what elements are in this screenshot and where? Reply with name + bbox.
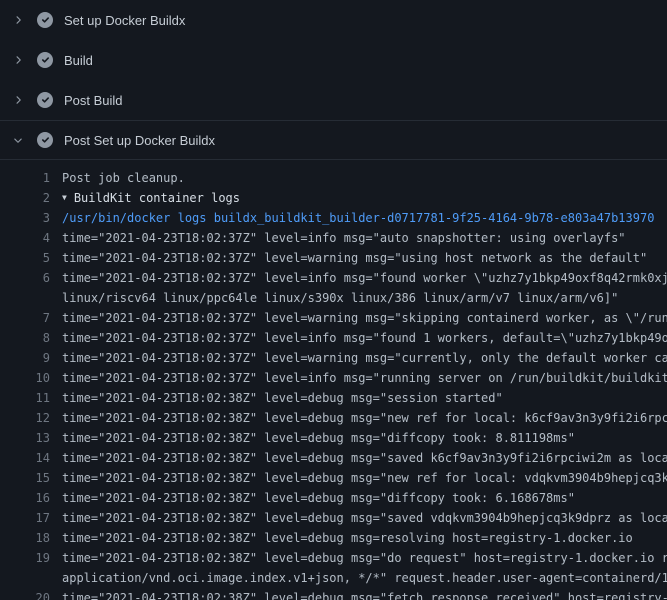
- log-line[interactable]: 2 ▼BuildKit container logs: [0, 188, 667, 208]
- line-number[interactable]: 11: [0, 388, 50, 408]
- log-line: 11 time="2021-04-23T18:02:38Z" level=deb…: [0, 388, 667, 408]
- step-header-post-setup-docker-buildx[interactable]: Post Set up Docker Buildx: [0, 120, 667, 160]
- log-text: time="2021-04-23T18:02:38Z" level=debug …: [50, 548, 667, 568]
- log-line: 20 time="2021-04-23T18:02:38Z" level=deb…: [0, 588, 667, 600]
- log-line: 18 time="2021-04-23T18:02:38Z" level=deb…: [0, 528, 667, 548]
- line-number[interactable]: 9: [0, 348, 50, 368]
- log-line-continuation: application/vnd.oci.image.index.v1+json,…: [0, 568, 667, 588]
- log-text: ▼BuildKit container logs: [50, 188, 667, 208]
- log-text: time="2021-04-23T18:02:38Z" level=debug …: [50, 468, 667, 488]
- log-line: 14 time="2021-04-23T18:02:38Z" level=deb…: [0, 448, 667, 468]
- log-line: 10 time="2021-04-23T18:02:37Z" level=inf…: [0, 368, 667, 388]
- log-line: 9 time="2021-04-23T18:02:37Z" level=warn…: [0, 348, 667, 368]
- line-number[interactable]: 2: [0, 188, 50, 208]
- chevron-right-icon: [12, 14, 24, 26]
- line-number[interactable]: 4: [0, 228, 50, 248]
- check-circle-icon: [37, 52, 53, 68]
- step-header-build[interactable]: Build: [0, 40, 667, 80]
- log-text: time="2021-04-23T18:02:37Z" level=info m…: [50, 268, 667, 288]
- line-number[interactable]: 10: [0, 368, 50, 388]
- log-text: /usr/bin/docker logs buildx_buildkit_bui…: [50, 208, 667, 228]
- log-line: 13 time="2021-04-23T18:02:38Z" level=deb…: [0, 428, 667, 448]
- chevron-down-icon: [12, 134, 24, 146]
- line-number[interactable]: 17: [0, 508, 50, 528]
- log-line: 1 Post job cleanup.: [0, 168, 667, 188]
- check-circle-icon: [37, 132, 53, 148]
- log-line: 5 time="2021-04-23T18:02:37Z" level=warn…: [0, 248, 667, 268]
- log-line: 15 time="2021-04-23T18:02:38Z" level=deb…: [0, 468, 667, 488]
- log-text: time="2021-04-23T18:02:37Z" level=warnin…: [50, 308, 667, 328]
- check-circle-icon: [37, 12, 53, 28]
- line-number[interactable]: 5: [0, 248, 50, 268]
- log-line: 8 time="2021-04-23T18:02:37Z" level=info…: [0, 328, 667, 348]
- check-circle-icon: [37, 92, 53, 108]
- line-number[interactable]: 7: [0, 308, 50, 328]
- log-text: linux/riscv64 linux/ppc64le linux/s390x …: [50, 288, 667, 308]
- step-label: Set up Docker Buildx: [64, 13, 185, 28]
- step-header-post-build[interactable]: Post Build: [0, 80, 667, 120]
- group-toggle-icon[interactable]: ▼: [62, 188, 67, 208]
- log-line: 16 time="2021-04-23T18:02:38Z" level=deb…: [0, 488, 667, 508]
- step-label: Build: [64, 53, 93, 68]
- log-line: 17 time="2021-04-23T18:02:38Z" level=deb…: [0, 508, 667, 528]
- line-number[interactable]: 12: [0, 408, 50, 428]
- log-text: Post job cleanup.: [50, 168, 667, 188]
- line-number[interactable]: 14: [0, 448, 50, 468]
- log-line: 19 time="2021-04-23T18:02:38Z" level=deb…: [0, 548, 667, 568]
- workflow-steps-list: Set up Docker Buildx Build Post Build Po…: [0, 0, 667, 160]
- log-text: time="2021-04-23T18:02:37Z" level=info m…: [50, 228, 667, 248]
- log-text: time="2021-04-23T18:02:38Z" level=debug …: [50, 448, 667, 468]
- log-line-continuation: linux/riscv64 linux/ppc64le linux/s390x …: [0, 288, 667, 308]
- step-label: Post Build: [64, 93, 123, 108]
- step-header-setup-docker-buildx[interactable]: Set up Docker Buildx: [0, 0, 667, 40]
- line-number[interactable]: 6: [0, 268, 50, 288]
- line-number[interactable]: 16: [0, 488, 50, 508]
- log-text: time="2021-04-23T18:02:37Z" level=info m…: [50, 328, 667, 348]
- line-number[interactable]: 19: [0, 548, 50, 568]
- log-text: application/vnd.oci.image.index.v1+json,…: [50, 568, 667, 588]
- step-label: Post Set up Docker Buildx: [64, 133, 215, 148]
- log-text: time="2021-04-23T18:02:38Z" level=debug …: [50, 388, 667, 408]
- log-text: time="2021-04-23T18:02:38Z" level=debug …: [50, 508, 667, 528]
- log-text: time="2021-04-23T18:02:38Z" level=debug …: [50, 588, 667, 600]
- line-number[interactable]: 18: [0, 528, 50, 548]
- log-text: time="2021-04-23T18:02:38Z" level=debug …: [50, 528, 667, 548]
- chevron-right-icon: [12, 94, 24, 106]
- log-text: time="2021-04-23T18:02:38Z" level=debug …: [50, 408, 667, 428]
- log-line: 6 time="2021-04-23T18:02:37Z" level=info…: [0, 268, 667, 288]
- line-number[interactable]: 3: [0, 208, 50, 228]
- log-text: time="2021-04-23T18:02:38Z" level=debug …: [50, 428, 667, 448]
- log-text: time="2021-04-23T18:02:37Z" level=info m…: [50, 368, 667, 388]
- step-log-panel: 1 Post job cleanup. 2 ▼BuildKit containe…: [0, 160, 667, 600]
- line-number[interactable]: 15: [0, 468, 50, 488]
- line-number[interactable]: 20: [0, 588, 50, 600]
- log-text: time="2021-04-23T18:02:37Z" level=warnin…: [50, 248, 667, 268]
- log-line: 7 time="2021-04-23T18:02:37Z" level=warn…: [0, 308, 667, 328]
- log-text: time="2021-04-23T18:02:37Z" level=warnin…: [50, 348, 667, 368]
- line-number[interactable]: 8: [0, 328, 50, 348]
- line-number[interactable]: 1: [0, 168, 50, 188]
- line-number[interactable]: [0, 288, 50, 308]
- log-line: 12 time="2021-04-23T18:02:38Z" level=deb…: [0, 408, 667, 428]
- line-number[interactable]: [0, 568, 50, 588]
- line-number[interactable]: 13: [0, 428, 50, 448]
- log-text: time="2021-04-23T18:02:38Z" level=debug …: [50, 488, 667, 508]
- log-line: 4 time="2021-04-23T18:02:37Z" level=info…: [0, 228, 667, 248]
- chevron-right-icon: [12, 54, 24, 66]
- log-line: 3 /usr/bin/docker logs buildx_buildkit_b…: [0, 208, 667, 228]
